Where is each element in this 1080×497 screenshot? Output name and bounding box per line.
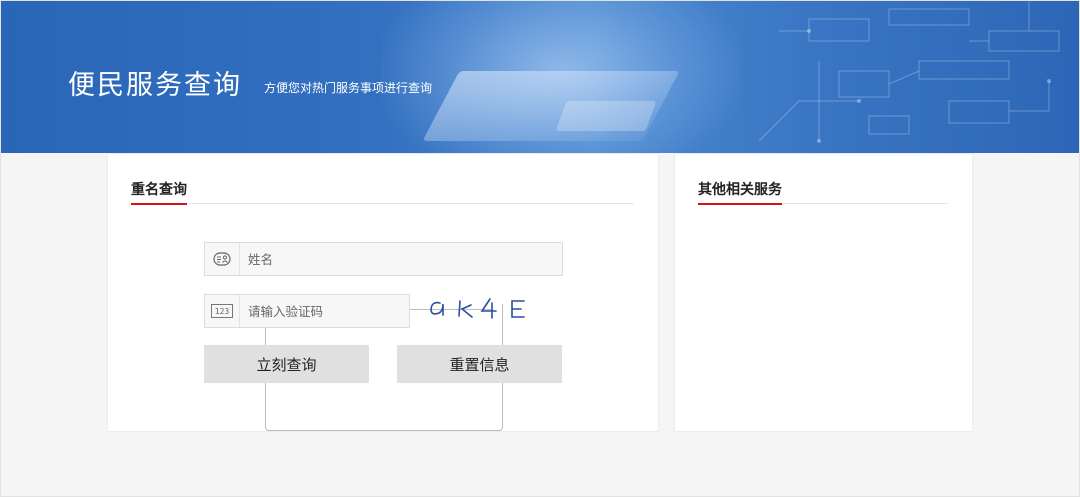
circuit-pattern-icon [758, 1, 1060, 143]
page-frame: 便民服务查询 方便您对热门服务事项进行查询 重名查询 姓名 123 请输入验证码… [0, 0, 1080, 497]
id-card-icon [205, 243, 240, 275]
section-header-name-query: 重名查询 [131, 181, 634, 205]
section-header-related-services: 其他相关服务 [698, 181, 948, 205]
query-now-button[interactable]: 立刻查询 [204, 345, 369, 383]
banner-subtitle: 方便您对热门服务事项进行查询 [264, 81, 433, 95]
svg-text:123: 123 [215, 307, 230, 316]
captcha-image[interactable] [426, 293, 536, 327]
reset-info-button[interactable]: 重置信息 [397, 345, 562, 383]
hero-banner: 便民服务查询 方便您对热门服务事项进行查询 [1, 1, 1079, 153]
section-title-name-query: 重名查询 [131, 181, 187, 205]
name-field [204, 242, 563, 276]
section-title-related-services: 其他相关服务 [698, 181, 782, 205]
name-input[interactable] [248, 243, 548, 275]
name-query-panel: 重名查询 123 [107, 153, 659, 432]
captcha-input[interactable] [248, 295, 398, 327]
captcha-field: 123 [204, 294, 410, 328]
related-services-panel: 其他相关服务 [674, 153, 973, 432]
banner-title: 便民服务查询 [68, 70, 242, 101]
tablet-illustration [555, 101, 657, 131]
numeric-123-icon: 123 [205, 295, 240, 327]
